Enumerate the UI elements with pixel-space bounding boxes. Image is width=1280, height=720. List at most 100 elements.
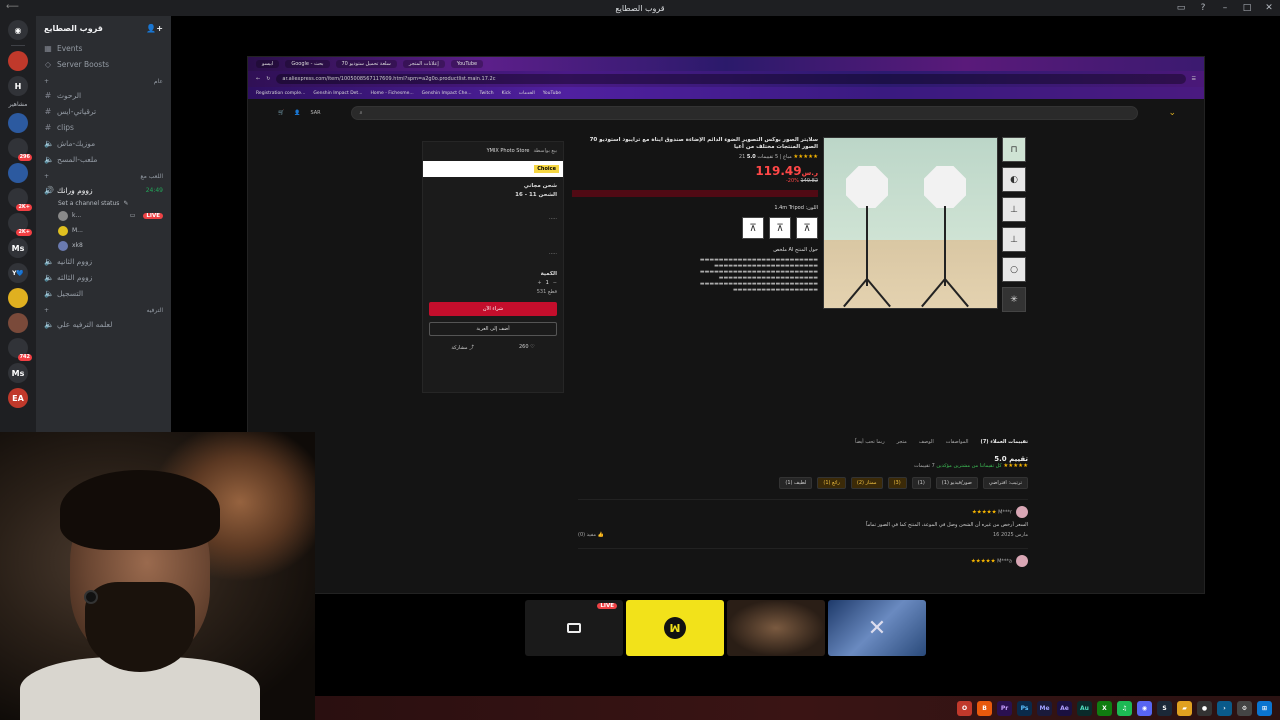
add-member-icon[interactable]: 👤+ [146,24,163,33]
currency-selector[interactable]: SAR [310,110,320,116]
media-encoder-icon[interactable]: Me [1037,700,1052,716]
menu-icon[interactable]: ☰ [1192,76,1196,82]
gallery-thumb[interactable]: ◐ [1002,167,1026,192]
bookmark[interactable]: Twitch [480,91,494,96]
gallery-thumb[interactable]: ○ [1002,257,1026,282]
rating-row[interactable]: 21 مباع | 5 تقييمات 5.0 ★★★★★ [572,154,818,160]
quantity-value[interactable]: 1 [546,280,549,286]
stream-tile[interactable]: ✕ [828,600,926,656]
voice-user[interactable]: k... ▭ LIVE [36,208,171,223]
store-row[interactable]: YMIX Photo Store بيع بواسطة [429,146,557,155]
guild-header[interactable]: قروب الصطايع 👤+ [36,16,171,40]
promo-banner[interactable] [572,190,818,197]
url-field[interactable]: ar.aliexpress.com/item/1005008567117609.… [276,74,1186,84]
share-button[interactable]: مشاركة ⤴ [451,344,474,351]
tab[interactable]: الوصف [919,439,934,445]
xbox-icon[interactable]: X [1097,700,1112,716]
category-header[interactable]: + الترفيه [36,301,171,316]
maximize-icon[interactable]: □ [1242,3,1252,13]
streamed-browser[interactable]: ابيسو Google - بحث 70 سلعة تحميل ستوديو … [247,56,1205,594]
browser-tab[interactable]: YouTube [450,60,484,68]
stream-tile[interactable] [727,600,825,656]
variant-thumb[interactable]: ⊼ [742,217,764,239]
gallery-thumb[interactable]: ⊓ [1002,137,1026,162]
tab[interactable]: ربما تحب أيضاً [855,439,885,445]
category-header[interactable]: + عام [36,72,171,87]
filter-chip[interactable]: صور/فيديو (1) [935,477,978,489]
filter-chip[interactable]: لطيف (1) [779,477,813,489]
voice-user[interactable]: M... [36,223,171,238]
opera-icon[interactable]: O [957,700,972,716]
filter-chip[interactable]: ممتاز (2) [850,477,883,489]
browser-tab[interactable]: إعلانات المتجر [402,60,445,68]
server-icon[interactable]: EA [8,388,28,408]
add-to-cart-button[interactable]: أضف إلى العربة [429,322,557,336]
voice-channel[interactable]: 🔈 زووم الثانيه [36,253,171,269]
refresh-icon[interactable]: ↻ [266,76,270,82]
spotify-icon[interactable]: ♫ [1117,700,1132,716]
text-channel[interactable]: # الرحوث [36,87,171,103]
browser-tab[interactable]: Google - بحث [285,60,330,68]
server-icon[interactable] [8,163,28,183]
server-icon[interactable]: Ms [8,238,28,258]
events-item[interactable]: ▦ Events [36,40,171,56]
voice-channel[interactable]: 🔈 لعلمه الترفيه علي [36,316,171,332]
back-icon[interactable]: ← [256,76,260,82]
pencil-icon[interactable]: ✎ [123,200,128,207]
variant-thumb[interactable]: ⊼ [769,217,791,239]
product-main-image[interactable] [823,137,998,309]
brave-icon[interactable]: B [977,700,992,716]
files-icon[interactable]: ▰ [1177,700,1192,716]
bookmark[interactable]: YouTube [543,91,561,96]
server-icon[interactable] [8,288,28,308]
search-input[interactable]: ⌕ [350,106,1139,120]
help-icon[interactable]: ? [1198,3,1208,13]
tab[interactable]: المواصفات [946,439,969,445]
boosts-item[interactable]: ◇ Server Boosts [36,56,171,72]
buy-now-button[interactable]: شراء الآن [429,302,557,316]
premiere-icon[interactable]: Pr [997,700,1012,716]
voice-channel[interactable]: 🔈 موزيك-ماش [36,135,171,151]
helpful-button[interactable]: مفيد (0) 👍 [578,532,1028,538]
back-arrow-icon[interactable]: ⟵ [6,2,19,12]
category-header[interactable]: + اللعب مع [36,167,171,182]
voice-channel[interactable]: 🔈 ملعب-المسح [36,151,171,167]
voice-channel[interactable]: 🔈 التسجيل [36,285,171,301]
server-icon[interactable] [8,313,28,333]
server-icon[interactable]: Y💙 [8,263,28,283]
server-icon[interactable] [8,113,28,133]
bookmark[interactable]: Registration comple... [256,91,305,96]
account-icon[interactable]: 👤 [294,110,300,116]
server-icon[interactable]: 2K+ [8,188,32,211]
minimize-icon[interactable]: – [1220,3,1230,13]
start-icon[interactable]: ⊞ [1257,700,1272,716]
server-icon[interactable]: Ms [8,363,28,383]
bookmark[interactable]: Home - Fichesme... [370,91,413,96]
obs-icon[interactable]: ● [1197,700,1212,716]
discord-icon[interactable]: ◉ [8,20,28,40]
wishlist-button[interactable]: 260 ♡ [519,344,535,351]
cart-icon[interactable]: 🛒 [278,110,284,116]
stream-tile[interactable]: LIVE [525,600,623,656]
terminal-icon[interactable]: › [1217,700,1232,716]
server-icon[interactable]: H [8,76,28,96]
after-effects-icon[interactable]: Ae [1057,700,1072,716]
close-icon[interactable]: ✕ [1264,3,1274,13]
gear-icon[interactable]: ⚙ [1237,700,1252,716]
minus-icon[interactable]: − [553,280,557,286]
browser-tab[interactable]: ابيسو [256,60,280,68]
steam-icon[interactable]: S [1157,700,1172,716]
filter-chip[interactable]: رائع (1) [817,477,846,489]
bookmark[interactable]: Kick [502,91,511,96]
server-icon[interactable]: 742 [8,338,32,361]
filter-chip[interactable]: (1) [911,477,931,489]
bookmark[interactable]: الخدمات [519,91,535,96]
audition-icon[interactable]: Au [1077,700,1092,716]
filter-chip[interactable]: (3) [887,477,907,489]
discord-icon[interactable]: ◉ [1137,700,1152,716]
gallery-thumb[interactable]: ⊥ [1002,227,1026,252]
server-icon[interactable] [8,51,28,71]
text-channel[interactable]: # clips [36,119,171,135]
plus-icon[interactable]: + [537,280,541,286]
gallery-thumb[interactable]: ✳ [1002,287,1026,312]
